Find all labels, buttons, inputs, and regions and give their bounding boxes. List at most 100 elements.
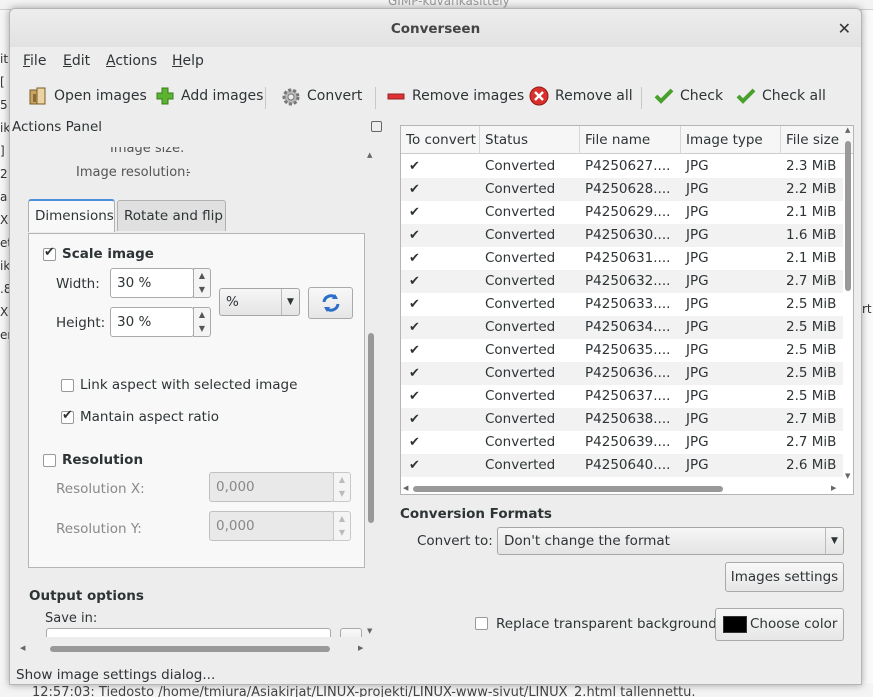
browse-folder-button[interactable] [340, 628, 362, 637]
swap-dimensions-button[interactable] [308, 287, 353, 319]
scroll-down-arrow-icon[interactable]: ▼ [367, 627, 372, 635]
table-row[interactable]: ✔ Converted P4250633.... JPG 2.5 MiB [401, 293, 843, 316]
resolution-x-input[interactable]: 0,000 [209, 472, 334, 502]
table-row[interactable]: ✔ Converted P4250627.... JPG 2.3 MiB [401, 155, 843, 178]
row-convert-checkbox[interactable]: ✔ [409, 205, 420, 220]
table-row[interactable]: ✔ Converted P4250635.... JPG 2.5 MiB [401, 339, 843, 362]
convert-label: Convert [307, 88, 363, 104]
column-to-convert[interactable]: To convert [401, 126, 480, 154]
scroll-down-arrow-icon[interactable]: ▼ [845, 472, 850, 480]
table-row[interactable]: ✔ Converted P4250640.... JPG 2.6 MiB [401, 454, 843, 477]
scroll-up-arrow-icon[interactable]: ▲ [367, 151, 372, 159]
unit-select-value: % [226, 294, 239, 310]
table-row[interactable]: ✔ Converted P4250634.... JPG 2.5 MiB [401, 316, 843, 339]
menu-file[interactable]: File [23, 53, 46, 69]
scroll-left-arrow-icon[interactable]: ◀ [403, 484, 408, 492]
open-images-button[interactable]: Open images [28, 86, 147, 106]
replace-bg-checkbox[interactable] [475, 617, 488, 630]
table-vscrollbar[interactable]: ▲ ▼ [842, 126, 853, 486]
toolbar-separator [375, 87, 376, 109]
scroll-right-arrow-icon[interactable]: ▶ [831, 484, 836, 492]
row-convert-checkbox[interactable]: ✔ [409, 458, 420, 473]
cell-file: P4250638.... [585, 411, 671, 427]
row-convert-checkbox[interactable]: ✔ [409, 366, 420, 381]
column-file-name[interactable]: File name [580, 126, 681, 154]
cell-status: Converted [485, 181, 556, 197]
choose-color-button[interactable]: Choose color [715, 608, 844, 641]
save-in-input[interactable] [46, 628, 331, 637]
row-convert-checkbox[interactable]: ✔ [409, 412, 420, 427]
column-status[interactable]: Status [480, 126, 580, 154]
actions-panel-hscrollbar[interactable]: ◀ ▶ [20, 644, 370, 653]
height-label: Height: [56, 315, 106, 331]
row-convert-checkbox[interactable]: ✔ [409, 159, 420, 174]
link-aspect-checkbox[interactable] [61, 379, 74, 392]
row-convert-checkbox[interactable]: ✔ [409, 182, 420, 197]
resolution-y-spin[interactable]: ▲ ▼ [333, 511, 351, 541]
row-convert-checkbox[interactable]: ✔ [409, 343, 420, 358]
column-file-size[interactable]: File size [781, 126, 843, 154]
table-row[interactable]: ✔ Converted P4250632.... JPG 2.7 MiB [401, 270, 843, 293]
height-spin[interactable]: ▲ ▼ [193, 307, 211, 337]
table-scrollbar-thumb[interactable] [845, 141, 851, 291]
unit-select[interactable]: % ▼ [219, 288, 300, 316]
table-row[interactable]: ✔ Converted P4250629.... JPG 2.1 MiB [401, 201, 843, 224]
table-row[interactable]: ✔ Converted P4250630.... JPG 1.6 MiB [401, 224, 843, 247]
row-convert-checkbox[interactable]: ✔ [409, 435, 420, 450]
add-images-button[interactable]: Add images [155, 86, 263, 106]
table-row[interactable]: ✔ Converted P4250636.... JPG 2.5 MiB [401, 362, 843, 385]
close-icon[interactable]: ✕ [838, 9, 851, 49]
menu-actions[interactable]: Actions [106, 53, 157, 69]
table-row[interactable]: ✔ Converted P4250628.... JPG 2.2 MiB [401, 178, 843, 201]
tab-rotate-and-flip[interactable]: Rotate and flip [117, 200, 226, 231]
menu-edit-mnemonic: E [63, 53, 72, 69]
row-convert-checkbox[interactable]: ✔ [409, 274, 420, 289]
remove-all-button[interactable]: Remove all [529, 86, 633, 106]
scroll-up-arrow-icon[interactable]: ▲ [845, 126, 850, 134]
scroll-right-arrow-icon[interactable]: ▶ [358, 644, 363, 652]
table-row[interactable]: ✔ Converted P4250637.... JPG 2.5 MiB [401, 385, 843, 408]
tab-dimensions[interactable]: Dimensions [28, 199, 115, 232]
column-image-type[interactable]: Image type [681, 126, 781, 154]
table-hscrollbar[interactable]: ◀ ▶ [401, 484, 842, 494]
row-convert-checkbox[interactable]: ✔ [409, 228, 420, 243]
color-swatch [723, 616, 747, 633]
replace-bg-label: Replace transparent background [496, 616, 717, 632]
maintain-aspect-checkbox[interactable] [61, 408, 74, 424]
gear-icon [281, 86, 301, 106]
row-convert-checkbox[interactable]: ✔ [409, 320, 420, 335]
cell-file: P4250630.... [585, 227, 671, 243]
scale-image-checkbox[interactable] [43, 245, 56, 261]
width-input[interactable]: 30 % [110, 268, 194, 298]
images-settings-button[interactable]: Images settings [725, 562, 844, 592]
scrollbar-thumb[interactable] [368, 333, 374, 523]
row-convert-checkbox[interactable]: ✔ [409, 297, 420, 312]
width-spin[interactable]: ▲ ▼ [193, 268, 211, 298]
table-row[interactable]: ✔ Converted P4250639.... JPG 2.7 MiB [401, 431, 843, 454]
remove-images-button[interactable]: Remove images [386, 86, 524, 106]
actions-panel-title: Actions Panel [12, 119, 103, 135]
table-row[interactable]: ✔ Converted P4250638.... JPG 2.7 MiB [401, 408, 843, 431]
hscrollbar-thumb[interactable] [50, 646, 330, 652]
add-images-label: Add images [181, 88, 264, 104]
check-all-button[interactable]: Check all [736, 86, 826, 106]
menu-help[interactable]: Help [172, 53, 204, 69]
menu-edit[interactable]: Edit [63, 53, 90, 69]
actions-panel-scrollbar[interactable]: ▲ ▼ [366, 151, 376, 639]
table-hscrollbar-thumb[interactable] [413, 486, 723, 492]
resolution-y-input[interactable]: 0,000 [209, 511, 334, 541]
resolution-checkbox[interactable] [43, 454, 56, 467]
refresh-icon [320, 294, 342, 318]
convert-to-select[interactable]: Don't change the format ▼ [497, 527, 844, 555]
row-convert-checkbox[interactable]: ✔ [409, 389, 420, 404]
conversion-formats-title: Conversion Formats [400, 506, 552, 522]
row-convert-checkbox[interactable]: ✔ [409, 251, 420, 266]
resolution-x-spin[interactable]: ▲ ▼ [333, 472, 351, 502]
height-input[interactable]: 30 % [110, 307, 194, 337]
check-button[interactable]: Check [654, 86, 723, 106]
remove-all-icon [529, 86, 549, 106]
convert-button[interactable]: Convert [281, 86, 362, 106]
scroll-left-arrow-icon[interactable]: ◀ [20, 644, 26, 652]
float-panel-icon[interactable] [371, 121, 382, 132]
table-row[interactable]: ✔ Converted P4250631.... JPG 2.1 MiB [401, 247, 843, 270]
